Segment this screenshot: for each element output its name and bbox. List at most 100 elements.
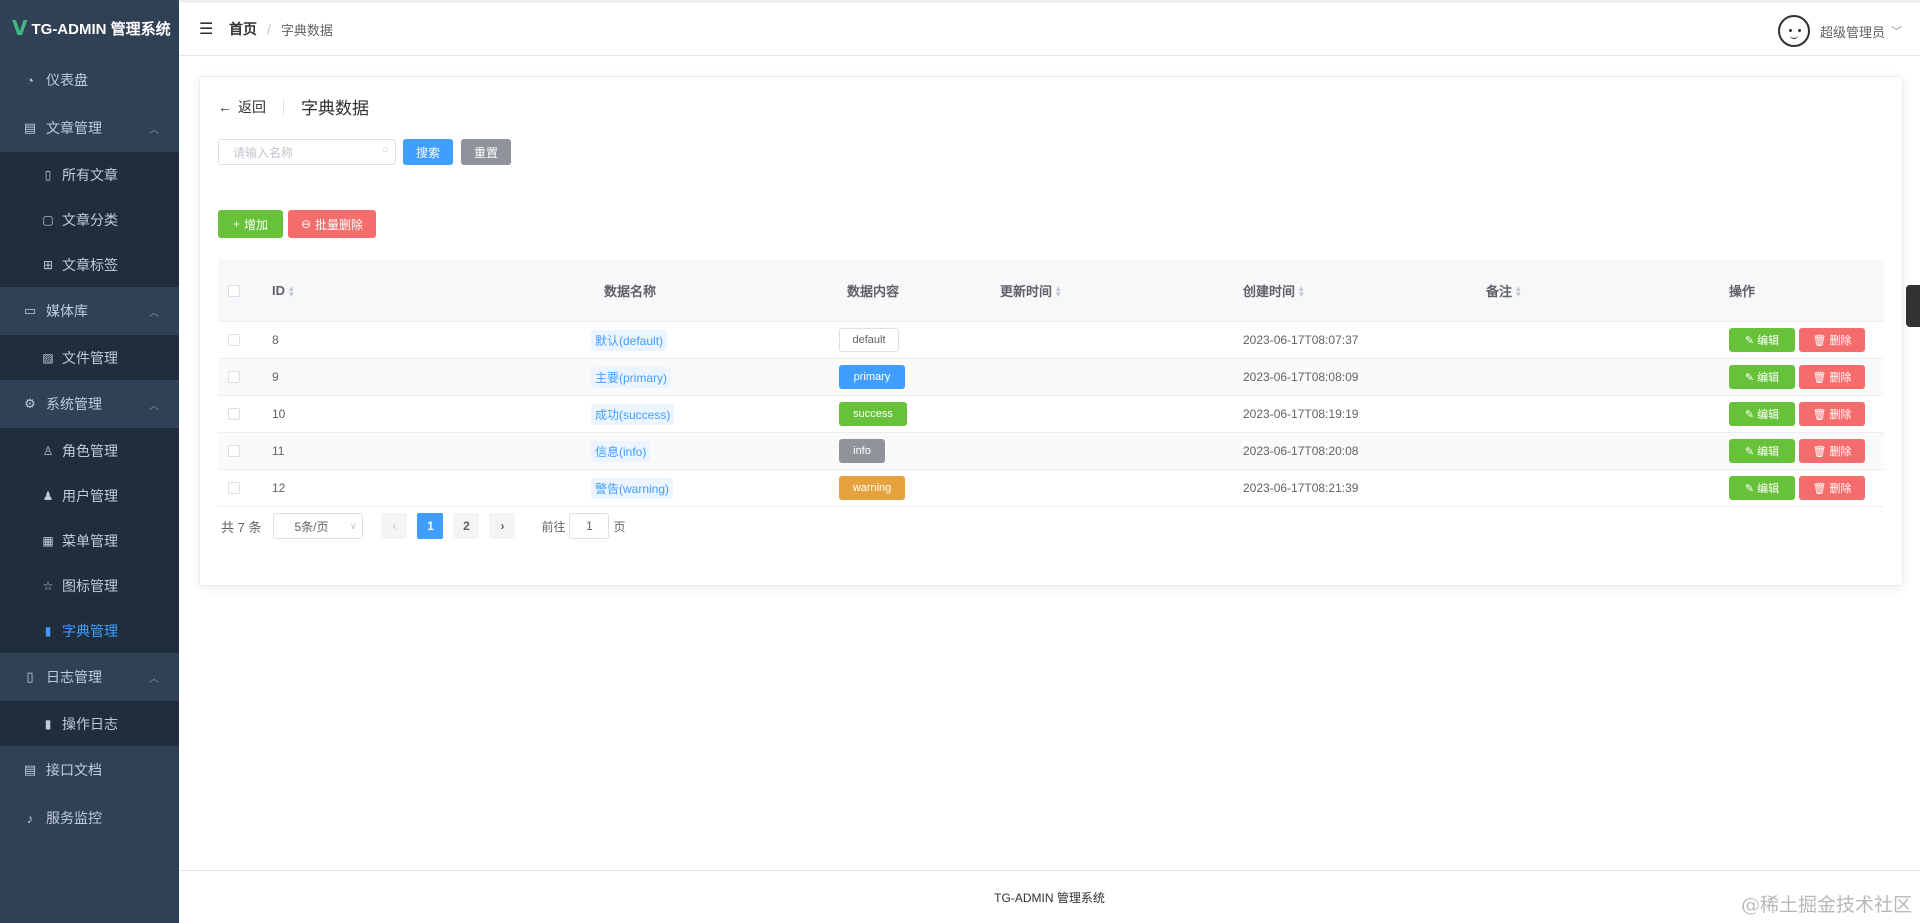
chevron-down-icon[interactable]: ﹀ — [1891, 23, 1902, 39]
batch-delete-button[interactable]: ⊖ 批量删除 — [288, 210, 376, 238]
page-size-select[interactable]: 5条/页 ∨ — [273, 513, 364, 539]
batch-delete-label: 批量删除 — [315, 217, 364, 232]
select-all-checkbox[interactable] — [228, 284, 240, 297]
bar-chart-icon: ▮ — [44, 623, 52, 638]
sidebar-item-media[interactable]: ▭ 媒体库 ︿ — [0, 287, 179, 335]
sidebar-item-label: 用户管理 — [62, 487, 118, 504]
edit-label: 编辑 — [1757, 483, 1780, 495]
next-page-button[interactable]: › — [489, 513, 516, 539]
col-updated[interactable]: 更新时间 ▴ ▾ — [1000, 281, 1061, 300]
add-button[interactable]: + 增加 — [218, 210, 283, 238]
edit-button[interactable]: ✎ 编辑 — [1729, 476, 1795, 500]
edit-label: 编辑 — [1757, 409, 1780, 421]
table-row[interactable]: 12 警告(warning) warning 2023-06-17T08:21:39 ✎… — [218, 470, 1884, 507]
footer: TG-ADMIN 管理系统 — [179, 870, 1920, 923]
app-logo[interactable]: V TG-ADMIN 管理系统 — [0, 0, 179, 56]
col-created[interactable]: 创建时间 ▴ ▾ — [1243, 281, 1304, 300]
search-icon: ○ — [382, 144, 389, 156]
sidebar-item-article-category[interactable]: ▢ 文章分类 — [0, 197, 179, 242]
sidebar-item-log-mgmt[interactable]: ▯ 日志管理 ︿ — [0, 653, 179, 701]
edit-button[interactable]: ✎ 编辑 — [1729, 365, 1795, 389]
goto-page-input[interactable]: 1 — [569, 513, 610, 539]
sidebar-item-icon-mgmt[interactable]: ☆ 图标管理 — [0, 563, 179, 608]
cell-created: 2023-06-17T08:19:19 — [1243, 407, 1359, 421]
sidebar-item-all-articles[interactable]: ▯ 所有文章 — [0, 152, 179, 197]
cell-id: 8 — [272, 333, 279, 347]
chevron-down-icon: ∨ — [349, 520, 357, 531]
avatar[interactable] — [1777, 15, 1810, 47]
sidebar-item-dashboard[interactable]: ◔ 仪表盘 — [0, 56, 179, 104]
edit-button[interactable]: ✎ 编辑 — [1729, 328, 1795, 352]
sidebar-item-dict-mgmt[interactable]: ▮ 字典管理 — [0, 608, 179, 653]
name-tag: 成功(success) — [591, 403, 675, 425]
hamburger-icon[interactable]: ☰ — [199, 19, 215, 39]
col-remark[interactable]: 备注 ▴ ▾ — [1486, 281, 1521, 300]
sort-icon[interactable]: ▴ ▾ — [1056, 283, 1061, 298]
sort-icon[interactable]: ▴ ▾ — [1516, 283, 1521, 298]
sidebar-item-file-mgmt[interactable]: ▨ 文件管理 — [0, 335, 179, 380]
table-row[interactable]: 10 成功(success) success 2023-06-17T08:19:19 ✎… — [218, 396, 1884, 433]
table-row[interactable]: 8 默认(default) default 2023-06-17T08:07:37 ✎ 编… — [218, 322, 1884, 359]
sidebar-item-label: 操作日志 — [62, 715, 118, 732]
sidebar-item-op-log[interactable]: ▮ 操作日志 — [0, 701, 179, 746]
table-row[interactable]: 9 主要(primary) primary 2023-06-17T08:08:09 ✎ 编… — [218, 359, 1884, 396]
reset-button[interactable]: 重置 — [461, 139, 511, 165]
cell-content: success — [839, 402, 907, 426]
sidebar-item-label: 服务监控 — [46, 810, 102, 826]
row-checkbox[interactable] — [228, 371, 240, 383]
sidebar-item-role-mgmt[interactable]: ♙ 角色管理 — [0, 428, 179, 473]
search-button[interactable]: 搜索 — [403, 139, 453, 165]
delete-button[interactable]: 🗑 删除 — [1799, 402, 1865, 426]
bell-icon: ♪ — [26, 810, 34, 826]
side-drawer-handle[interactable] — [1906, 285, 1920, 327]
user-menu[interactable]: 超级管理员 ﹀ — [1777, 15, 1902, 47]
prev-page-button[interactable]: ‹ — [381, 513, 408, 539]
page-button-1[interactable]: 1 — [417, 513, 444, 539]
row-checkbox[interactable] — [228, 482, 240, 494]
sidebar-item-article-tags[interactable]: ⊞ 文章标签 — [0, 242, 179, 287]
folder-icon: ▭ — [23, 303, 37, 318]
delete-button[interactable]: 🗑 删除 — [1799, 476, 1865, 500]
minus-circle-icon: ⊖ — [300, 217, 312, 231]
sidebar-item-menu-mgmt[interactable]: ▦ 菜单管理 — [0, 518, 179, 563]
page-size-value: 5条/页 — [294, 519, 329, 534]
name-tag: 信息(info) — [591, 440, 651, 462]
col-ops: 操作 — [1729, 284, 1756, 299]
cell-content: default — [839, 328, 899, 352]
sort-icon[interactable]: ▴ ▾ — [1299, 283, 1304, 298]
edit-label: 编辑 — [1757, 446, 1780, 458]
table-row[interactable]: 11 信息(info) info 2023-06-17T08:20:08 ✎ 编辑 🗑 删除 — [218, 433, 1884, 470]
data-table: ID ▴ ▾ 数据名称 数据内容 更新时间 ▴ ▾ 创建时间 ▴ ▾ 备注 ▴ ▾ 操作… — [218, 260, 1884, 507]
col-id[interactable]: ID ▴ ▾ — [272, 283, 294, 298]
edit-button[interactable]: ✎ 编辑 — [1729, 439, 1795, 463]
cell-name: 信息(info) — [591, 440, 651, 462]
row-checkbox[interactable] — [228, 334, 240, 346]
sidebar-item-api-doc[interactable]: ▤ 接口文档 — [0, 746, 179, 794]
chevron-up-icon: ︿ — [149, 673, 159, 685]
trash-icon: 🗑 — [1812, 408, 1827, 421]
delete-button[interactable]: 🗑 删除 — [1799, 439, 1865, 463]
sort-icon[interactable]: ▴ ▾ — [289, 283, 294, 298]
sidebar-item-user-mgmt[interactable]: ♟ 用户管理 — [0, 473, 179, 518]
back-button[interactable]: ← 返回 — [218, 97, 266, 117]
delete-button[interactable]: 🗑 删除 — [1799, 365, 1865, 389]
book-icon: ▯ — [44, 167, 52, 182]
edit-button[interactable]: ✎ 编辑 — [1729, 402, 1795, 426]
dashboard-icon: ◔ — [26, 72, 34, 88]
page-button-2[interactable]: 2 — [453, 513, 480, 539]
cell-name: 默认(default) — [591, 329, 668, 351]
delete-button[interactable]: 🗑 删除 — [1799, 328, 1865, 352]
sidebar-item-service-monitor[interactable]: ♪ 服务监控 — [0, 794, 179, 842]
sidebar-item-article-mgmt[interactable]: ▤ 文章管理 ︿ — [0, 104, 179, 152]
sidebar-item-label: 文章标签 — [62, 256, 118, 273]
search-input[interactable]: 请输入名称 ○ — [218, 139, 396, 165]
sidebar-item-system-mgmt[interactable]: ⚙ 系统管理 ︿ — [0, 380, 179, 428]
breadcrumb-home[interactable]: 首页 — [229, 19, 257, 39]
page-title: 字典数据 — [301, 99, 369, 118]
cell-id: 9 — [272, 370, 279, 384]
sidebar-item-label: 系统管理 — [46, 396, 102, 412]
user-name[interactable]: 超级管理员 — [1820, 22, 1885, 41]
breadcrumb-current: 字典数据 — [280, 22, 333, 38]
row-checkbox[interactable] — [228, 408, 240, 420]
row-checkbox[interactable] — [228, 445, 240, 457]
